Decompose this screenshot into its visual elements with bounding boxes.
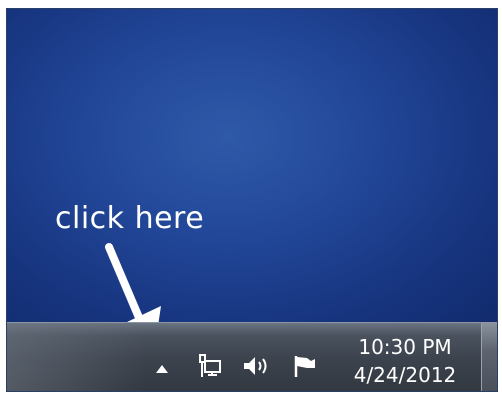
clock-date: 4/24/2012	[353, 363, 457, 387]
clock-time: 10:30 PM	[358, 335, 452, 359]
volume-button[interactable]	[241, 353, 271, 379]
action-center-button[interactable]	[291, 353, 319, 379]
system-clock[interactable]: 10:30 PM 4/24/2012	[345, 333, 465, 389]
screenshot-frame: click here 10:30 PM 4/24/2012	[6, 8, 498, 392]
network-button[interactable]	[197, 353, 223, 379]
show-hidden-icons-button[interactable]	[153, 361, 171, 375]
taskbar: 10:30 PM 4/24/2012	[7, 322, 497, 391]
show-desktop-button[interactable]	[481, 323, 497, 391]
network-icon	[199, 354, 221, 377]
flag-icon	[294, 356, 315, 377]
speaker-icon	[244, 357, 267, 375]
taskbar-glow	[7, 323, 147, 391]
up-triangle-icon	[156, 365, 168, 373]
